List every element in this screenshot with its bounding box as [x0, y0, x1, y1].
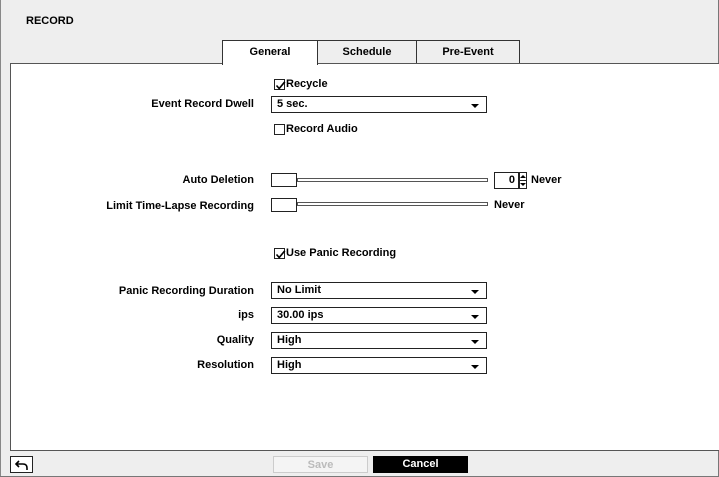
- auto-deletion-spinner[interactable]: [519, 172, 527, 189]
- checkmark-icon: [275, 81, 286, 90]
- tab-bar: General Schedule Pre-Event: [222, 40, 520, 65]
- limit-time-lapse-slider-track[interactable]: [297, 202, 488, 206]
- recycle-checkbox[interactable]: [274, 79, 286, 90]
- ips-value: 30.00 ips: [277, 309, 324, 321]
- resolution-select[interactable]: High: [271, 357, 487, 374]
- back-button[interactable]: [10, 456, 33, 473]
- tab-schedule[interactable]: Schedule: [317, 40, 417, 63]
- record-window: RECORD General Schedule Pre-Event Recycl…: [0, 0, 719, 477]
- chevron-down-icon: [471, 104, 479, 108]
- auto-deletion-slider-thumb[interactable]: [271, 173, 297, 187]
- use-panic-recording-checkbox[interactable]: [274, 248, 286, 259]
- ips-select[interactable]: 30.00 ips: [271, 307, 487, 324]
- event-record-dwell-value: 5 sec.: [277, 98, 308, 110]
- limit-time-lapse-slider-thumb[interactable]: [271, 198, 297, 212]
- tab-general[interactable]: General: [222, 40, 318, 65]
- auto-deletion-value-text: Never: [531, 174, 562, 186]
- record-audio-checkbox[interactable]: [274, 124, 285, 135]
- ips-label: ips: [238, 309, 254, 321]
- quality-select[interactable]: High: [271, 332, 487, 349]
- quality-label: Quality: [216, 334, 254, 346]
- cancel-button[interactable]: Cancel: [373, 456, 468, 473]
- spin-up-icon[interactable]: [520, 175, 526, 178]
- chevron-down-icon: [471, 290, 479, 294]
- limit-time-lapse-value-text: Never: [494, 199, 525, 211]
- auto-deletion-slider-track[interactable]: [297, 178, 488, 182]
- spin-down-icon[interactable]: [520, 183, 526, 186]
- window-title: RECORD: [26, 15, 74, 27]
- back-arrow-icon: [14, 460, 28, 470]
- panic-duration-value: No Limit: [277, 284, 321, 296]
- checkmark-icon: [275, 250, 286, 259]
- chevron-down-icon: [471, 315, 479, 319]
- save-button[interactable]: Save: [273, 456, 368, 473]
- panic-duration-label: Panic Recording Duration: [118, 285, 254, 297]
- event-record-dwell-select[interactable]: 5 sec.: [271, 96, 487, 113]
- panic-duration-select[interactable]: No Limit: [271, 282, 487, 299]
- chevron-down-icon: [471, 365, 479, 369]
- record-audio-label: Record Audio: [286, 123, 358, 135]
- quality-value: High: [277, 334, 302, 346]
- resolution-label: Resolution: [197, 359, 254, 371]
- auto-deletion-input[interactable]: 0: [494, 172, 519, 189]
- event-record-dwell-label: Event Record Dwell: [151, 98, 254, 110]
- use-panic-recording-label: Use Panic Recording: [286, 247, 397, 259]
- recycle-label: Recycle: [286, 78, 328, 90]
- resolution-value: High: [277, 359, 302, 371]
- tab-pre-event[interactable]: Pre-Event: [416, 40, 520, 63]
- spinner-divider: [520, 180, 526, 181]
- chevron-down-icon: [471, 340, 479, 344]
- limit-time-lapse-label: Limit Time-Lapse Recording: [106, 200, 254, 212]
- auto-deletion-label: Auto Deletion: [182, 174, 255, 186]
